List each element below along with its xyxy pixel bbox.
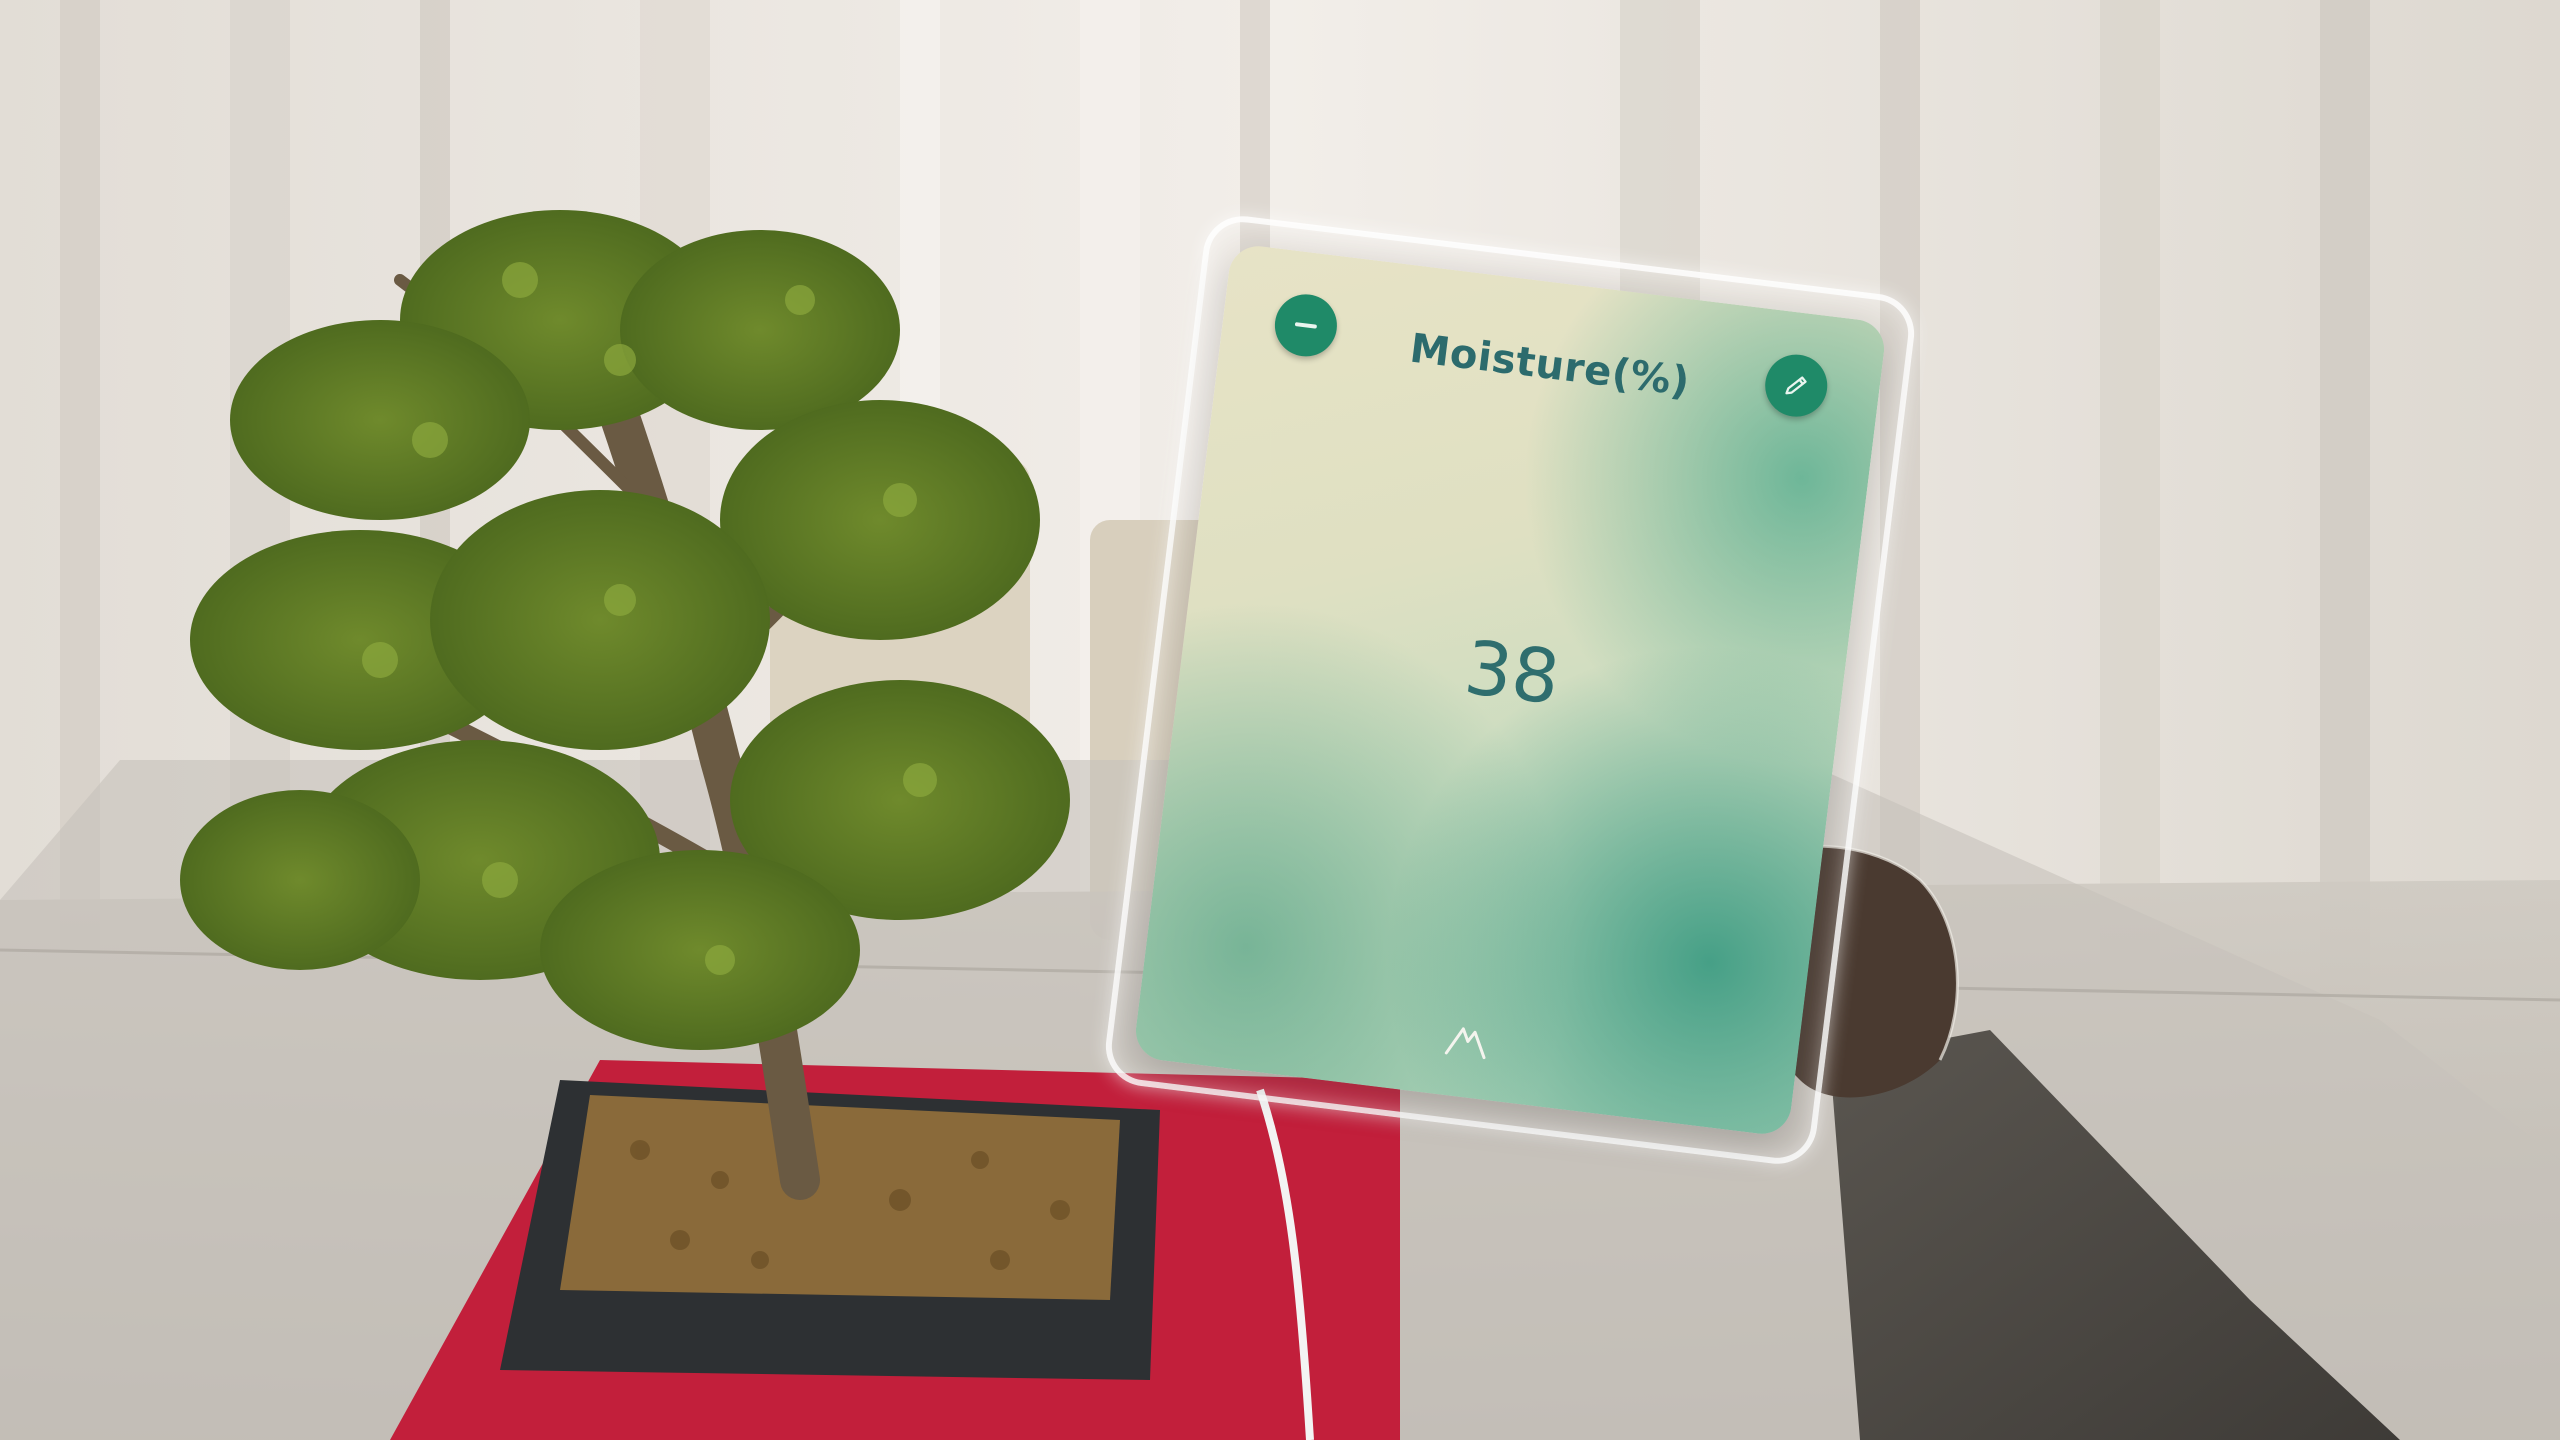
brand-logo-icon	[1444, 1027, 1486, 1060]
moisture-value: 38	[1460, 624, 1565, 722]
moisture-widget[interactable]: Moisture(%) 38	[1101, 211, 1919, 1169]
pencil-icon	[1785, 376, 1807, 395]
widget-panel: Moisture(%) 38	[1132, 242, 1888, 1138]
ar-scene: Moisture(%) 38	[0, 0, 2560, 1440]
